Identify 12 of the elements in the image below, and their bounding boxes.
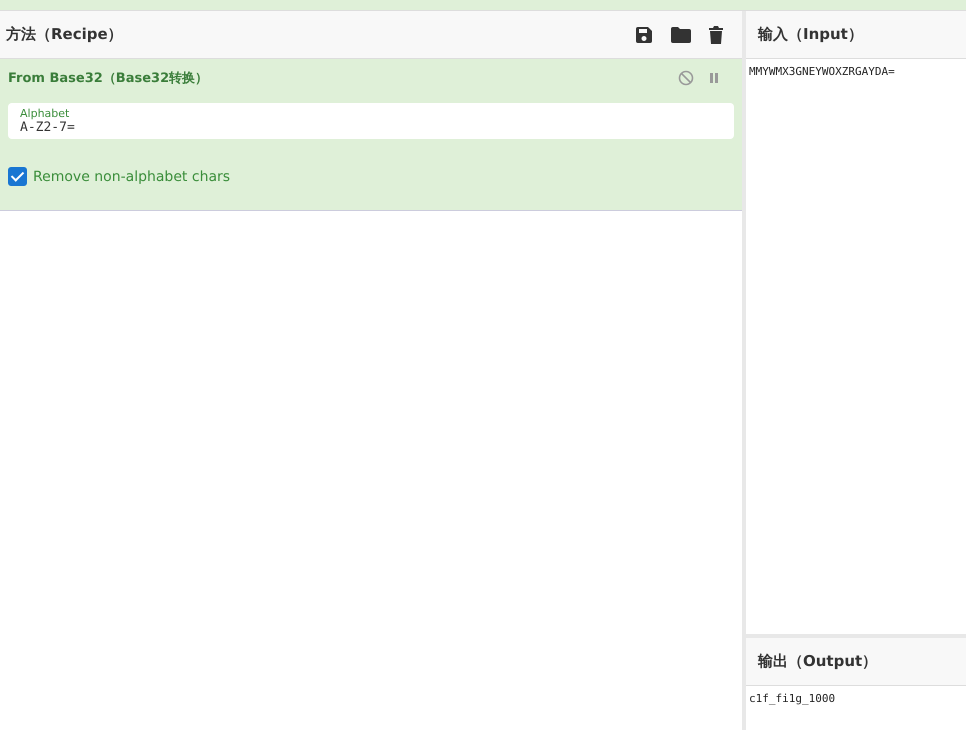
save-icon[interactable]	[634, 24, 654, 44]
trash-icon[interactable]	[708, 24, 724, 44]
panel-title: 输出（Output）	[758, 652, 878, 671]
folder-icon[interactable]	[670, 24, 692, 44]
input-text-area[interactable]: MMYWMX3GNEYWOXZRGAYDA=	[746, 59, 966, 634]
panel-title: 方法（Recipe）	[6, 25, 123, 44]
output-text-area: c1f_fi1g_1000	[746, 686, 966, 730]
checkbox-label: Remove non-alphabet chars	[33, 168, 230, 184]
checkbox[interactable]	[8, 167, 27, 186]
alphabet-field[interactable]: Alphabet A-Z2-7=	[8, 103, 734, 139]
operation-title: From Base32（Base32转换）	[8, 70, 208, 87]
panel-title: 输入（Input）	[758, 25, 863, 44]
